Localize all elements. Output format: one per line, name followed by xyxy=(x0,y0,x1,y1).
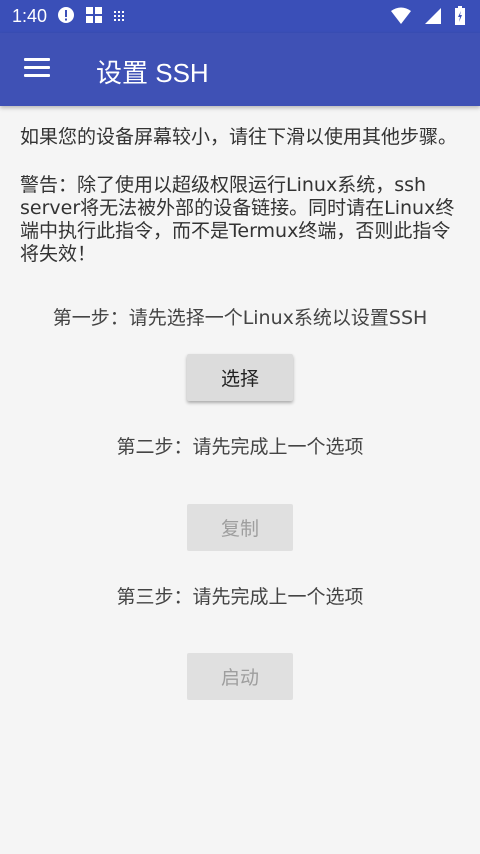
warning-text: 警告：除了使用以超级权限运行Linux系统，ssh server将无法被外部的设… xyxy=(20,174,455,265)
grid-icon xyxy=(113,7,125,26)
app-bar: 设置 SSH xyxy=(0,33,480,106)
copy-button[interactable]: 复制 xyxy=(187,504,293,551)
step-3-label: 第三步：请先完成上一个选项 xyxy=(116,586,364,608)
signal-icon xyxy=(424,7,442,29)
hamburger-menu-icon[interactable] xyxy=(24,58,50,78)
status-time: 1:40 xyxy=(12,6,48,26)
windows-icon xyxy=(85,6,103,28)
status-bar: 1:40 xyxy=(0,0,480,33)
alert-icon xyxy=(57,6,75,28)
select-button[interactable]: 选择 xyxy=(187,354,293,401)
wifi-icon xyxy=(390,7,412,29)
step-2-label: 第二步：请先完成上一个选项 xyxy=(116,436,364,458)
intro-text: 如果您的设备屏幕较小，请往下滑以使用其他步骤。 xyxy=(20,126,458,148)
step-1-label: 第一步：请先选择一个Linux系统以设置SSH xyxy=(52,307,428,329)
page-title: 设置 SSH xyxy=(96,58,209,88)
start-button[interactable]: 启动 xyxy=(187,653,293,700)
main-content[interactable]: 如果您的设备屏幕较小，请往下滑以使用其他步骤。 警告：除了使用以超级权限运行Li… xyxy=(0,106,480,854)
battery-icon xyxy=(454,6,466,30)
